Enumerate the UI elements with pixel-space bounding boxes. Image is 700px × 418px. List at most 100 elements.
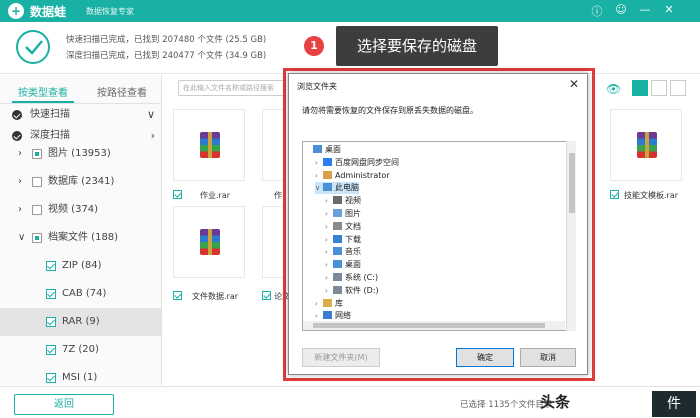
file-checkbox[interactable]	[610, 190, 619, 199]
info-icon[interactable]: ⓘ	[590, 3, 604, 19]
tab-by-path[interactable]: 按路径查看	[97, 84, 147, 99]
selection-status: 已选择 1135个文件目录	[460, 400, 553, 410]
quick-scan-row[interactable]: 快速扫描 ∨	[0, 104, 161, 125]
dialog-close-icon[interactable]: ✕	[569, 77, 579, 91]
file-thumbnail[interactable]	[610, 109, 682, 181]
tree-item-label: 档案文件 (188)	[48, 232, 119, 243]
dialog-title: 浏览文件夹	[297, 82, 337, 91]
rar-archive-icon	[200, 132, 220, 158]
file-checkbox[interactable]	[173, 190, 182, 199]
folder-node[interactable]: 桌面	[305, 144, 341, 156]
tree-item[interactable]: 7Z (20)	[0, 336, 161, 364]
preview-eye-icon[interactable]: 👁	[606, 82, 621, 96]
folder-node[interactable]: › 下载	[325, 234, 361, 246]
folder-node[interactable]: › 图片	[325, 208, 361, 220]
folder-node-label: 桌面	[325, 145, 341, 154]
folder-node[interactable]: › 视频	[325, 195, 361, 207]
feedback-icon[interactable]: ☺	[614, 3, 628, 16]
tab-by-type[interactable]: 按类型查看	[12, 84, 74, 103]
chevron-right-icon[interactable]: ›	[325, 234, 333, 246]
checkbox[interactable]	[46, 317, 56, 327]
chevron-right-icon[interactable]: ›	[18, 168, 22, 196]
checkbox[interactable]	[32, 205, 42, 215]
grid-view-button[interactable]	[632, 80, 648, 96]
list-view-button[interactable]	[651, 80, 667, 96]
tree-item-label: 7Z (20)	[62, 344, 99, 355]
folder-node[interactable]: ∨ 此电脑	[315, 182, 359, 195]
checkbox[interactable]	[46, 261, 56, 271]
back-button[interactable]: 返回	[14, 394, 114, 415]
file-thumbnail[interactable]	[173, 206, 245, 278]
chevron-down-icon[interactable]: ∨	[315, 182, 323, 194]
folder-node[interactable]: › 系统 (C:)	[325, 272, 378, 284]
tree-item[interactable]: CAB (74)	[0, 280, 161, 308]
rar-archive-icon	[637, 132, 657, 158]
chevron-down-icon[interactable]: ∨	[18, 224, 25, 252]
drive-icon	[333, 285, 342, 294]
scroll-thumb[interactable]	[313, 323, 545, 328]
folder-node[interactable]: › 百度网盘同步空间	[315, 157, 399, 169]
file-thumbnail[interactable]	[262, 109, 284, 181]
tree-item[interactable]: RAR (9)	[0, 308, 161, 336]
check-icon	[12, 110, 22, 120]
folder-node[interactable]: › 库	[315, 298, 343, 310]
file-thumbnail[interactable]	[173, 109, 245, 181]
rar-archive-icon	[200, 229, 220, 255]
recover-button[interactable]: 件	[652, 391, 696, 417]
cancel-button[interactable]: 取消	[520, 348, 576, 367]
ok-button[interactable]: 确定	[456, 348, 514, 367]
horizontal-scrollbar[interactable]	[303, 321, 565, 330]
file-thumbnail[interactable]	[262, 206, 284, 278]
file-checkbox[interactable]	[262, 291, 271, 300]
dialog-message: 请勿将需要恢复的文件保存到原丢失数据的磁盘。	[302, 106, 478, 115]
chevron-right-icon[interactable]: ›	[315, 157, 323, 169]
chevron-right-icon[interactable]: ›	[325, 195, 333, 207]
folder-node[interactable]: › 软件 (D:)	[325, 285, 379, 297]
checkbox[interactable]	[32, 233, 42, 243]
tree-item-label: RAR (9)	[62, 316, 100, 327]
deep-scan-status: 深度扫描已完成，已找到 240477 个文件 (34.9 GB)	[66, 51, 267, 61]
folder-tree-items: 桌面 › 百度网盘同步空间 › Administrator ∨ 此电脑 › 视频 › 图片 › 文档 › 下…	[303, 142, 565, 330]
chevron-right-icon[interactable]: ›	[325, 272, 333, 284]
user-icon	[323, 170, 332, 179]
instruction-tooltip: 选择要保存的磁盘	[336, 26, 498, 66]
chevron-right-icon[interactable]: ›	[18, 140, 22, 168]
tree-item-label: CAB (74)	[62, 288, 107, 299]
close-button[interactable]: ✕	[662, 3, 676, 16]
tree-item[interactable]: › 数据库 (2341)	[0, 168, 161, 196]
tree-item-label: 图片 (13953)	[48, 148, 111, 159]
vertical-scrollbar[interactable]	[566, 141, 576, 331]
new-folder-button[interactable]: 新建文件夹(M)	[302, 348, 380, 367]
chevron-right-icon[interactable]: ›	[325, 221, 333, 233]
tree-item[interactable]: › 视频 (374)	[0, 196, 161, 224]
chevron-right-icon[interactable]: ›	[325, 208, 333, 220]
video-icon	[333, 196, 342, 205]
folder-node-label: Administrator	[335, 170, 390, 180]
chevron-down-icon: ∨	[146, 108, 155, 121]
checkbox[interactable]	[46, 373, 56, 383]
detail-view-button[interactable]	[670, 80, 686, 96]
chevron-right-icon[interactable]: ›	[18, 196, 22, 224]
checkbox[interactable]	[46, 345, 56, 355]
folder-node[interactable]: › 文档	[325, 221, 361, 233]
tree-item[interactable]: › 图片 (13953)	[0, 140, 161, 168]
folder-node[interactable]: › 音乐	[325, 246, 361, 258]
folder-node[interactable]: › 桌面	[325, 259, 361, 271]
scroll-thumb[interactable]	[569, 153, 575, 213]
chevron-right-icon[interactable]: ›	[315, 170, 323, 182]
chevron-right-icon[interactable]: ›	[325, 246, 333, 258]
checkbox[interactable]	[32, 177, 42, 187]
minimize-button[interactable]: —	[638, 3, 652, 16]
checkbox[interactable]	[32, 149, 42, 159]
folder-node[interactable]: › Administrator	[315, 170, 390, 182]
folder-node-label: 音乐	[345, 247, 361, 257]
chevron-right-icon[interactable]: ›	[315, 298, 323, 310]
chevron-right-icon[interactable]: ›	[325, 259, 333, 271]
file-checkbox[interactable]	[173, 291, 182, 300]
folder-blue-icon	[333, 260, 342, 269]
search-input[interactable]: 在此输入文件名称或路径搜索	[178, 80, 286, 96]
tree-item[interactable]: ZIP (84)	[0, 252, 161, 280]
tree-item[interactable]: ∨ 档案文件 (188)	[0, 224, 161, 252]
chevron-right-icon[interactable]: ›	[325, 285, 333, 297]
checkbox[interactable]	[46, 289, 56, 299]
